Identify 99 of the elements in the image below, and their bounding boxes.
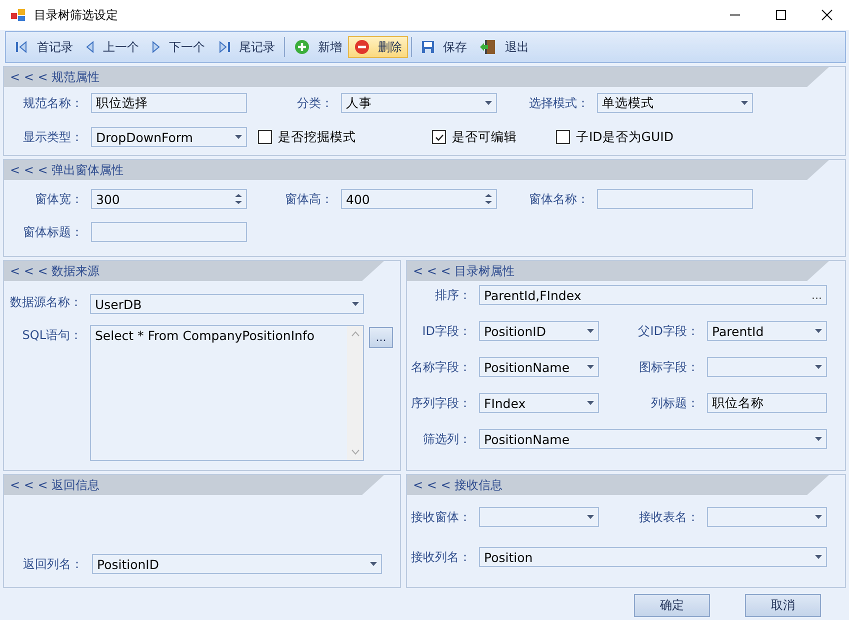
dropdown-arrow-icon xyxy=(815,329,822,333)
floppy-icon xyxy=(421,40,435,54)
dropdown-arrow-icon xyxy=(815,437,822,441)
skip-forward-icon xyxy=(217,40,231,54)
first-button[interactable]: 首记录 xyxy=(9,36,79,58)
combo-box[interactable]: PositionID xyxy=(479,321,599,341)
dropdown-arrow-icon xyxy=(815,365,822,369)
field-label: 窗体宽： xyxy=(34,190,83,208)
checkbox[interactable] xyxy=(258,130,272,144)
dropdown-arrow-icon xyxy=(235,135,242,139)
combo-box[interactable]: PositionID xyxy=(92,554,382,574)
section-header: < < < 规范属性 xyxy=(4,67,829,87)
section-header: < < < 接收信息 xyxy=(407,475,829,495)
section-header: < < < 弹出窗体属性 xyxy=(4,160,829,180)
scrollbar[interactable] xyxy=(347,326,363,460)
field-label: 序列字段： xyxy=(410,394,471,412)
prev-button[interactable]: 上一个 xyxy=(79,36,145,58)
spin-field[interactable]: 300 xyxy=(91,189,247,209)
field-label: 接收列名： xyxy=(410,548,471,566)
field-label: 显示类型： xyxy=(22,128,83,146)
triangle-right-icon xyxy=(151,40,161,54)
combo-box[interactable]: DropDownForm xyxy=(91,127,247,147)
door-exit-icon xyxy=(479,39,497,55)
field-label: 接收表名： xyxy=(638,508,699,526)
combo-box[interactable] xyxy=(479,507,599,527)
dropdown-arrow-icon xyxy=(370,562,377,566)
text-field[interactable] xyxy=(91,222,247,242)
delete-button[interactable]: 删除 xyxy=(348,36,408,58)
app-icon xyxy=(10,7,26,23)
scroll-up-icon[interactable] xyxy=(350,331,360,337)
field-label: 数据源名称： xyxy=(9,294,82,311)
dropdown-arrow-icon xyxy=(587,401,594,405)
section-header: < < < 目录树属性 xyxy=(407,261,829,281)
skip-back-icon xyxy=(15,40,29,54)
combo-box[interactable]: 单选模式 xyxy=(597,93,753,113)
minus-circle-icon xyxy=(354,39,370,55)
section-header: < < < 数据来源 xyxy=(4,261,384,281)
ok-button[interactable]: 确定 xyxy=(634,594,710,617)
combo-box[interactable]: FIndex xyxy=(479,393,599,413)
checkbox-label: 是否可编辑 xyxy=(452,128,517,146)
field-label: 接收窗体： xyxy=(410,508,471,526)
spin-arrows-icon xyxy=(485,193,492,205)
dropdown-arrow-icon xyxy=(587,515,594,519)
combo-box[interactable]: PositionName xyxy=(479,429,827,449)
combo-box[interactable]: ParentId xyxy=(707,321,827,341)
triangle-left-icon xyxy=(85,40,95,54)
field-label: 父ID字段： xyxy=(637,322,699,340)
field-label: 筛选列： xyxy=(422,430,471,448)
checkbox[interactable] xyxy=(432,130,446,144)
add-button[interactable]: 新增 xyxy=(288,36,348,58)
combo-box[interactable]: PositionName xyxy=(479,357,599,377)
field-label: 列标题： xyxy=(650,394,699,412)
text-field[interactable] xyxy=(597,189,753,209)
field-label: 规范名称： xyxy=(22,94,83,112)
combo-box[interactable]: 人事 xyxy=(341,93,497,113)
field-label: SQL语句： xyxy=(21,327,82,344)
dropdown-arrow-icon xyxy=(741,101,748,105)
next-button[interactable]: 下一个 xyxy=(145,36,211,58)
field-label: 选择模式： xyxy=(528,94,589,112)
dropdown-arrow-icon xyxy=(587,365,594,369)
save-button[interactable]: 保存 xyxy=(415,36,473,58)
text-field[interactable]: 职位名称 xyxy=(707,393,827,413)
field-label: 窗体标题： xyxy=(22,224,83,240)
exit-button[interactable]: 退出 xyxy=(473,36,535,58)
maximize-icon[interactable] xyxy=(775,9,787,21)
field-label: 分类： xyxy=(296,94,333,112)
field-label: 窗体名称： xyxy=(528,190,589,208)
dropdown-arrow-icon xyxy=(815,555,822,559)
section-header: < < < 返回信息 xyxy=(4,475,384,495)
field-label: ID字段： xyxy=(421,322,471,340)
combo-box[interactable] xyxy=(707,357,827,377)
close-icon[interactable] xyxy=(821,9,833,21)
plus-circle-icon xyxy=(294,39,310,55)
combo-box[interactable] xyxy=(707,507,827,527)
combo-box[interactable]: Position xyxy=(479,547,827,567)
memo-field[interactable]: Select * From CompanyPositionInfo xyxy=(90,325,364,461)
cancel-button[interactable]: 取消 xyxy=(745,594,821,617)
dropdown-arrow-icon xyxy=(485,101,492,105)
last-button[interactable]: 尾记录 xyxy=(211,36,281,58)
dropdown-arrow-icon xyxy=(587,329,594,333)
window-title: 目录树筛选设定 xyxy=(34,6,118,24)
text-field[interactable]: ParentId,FIndex ... xyxy=(479,285,827,305)
field-label: 窗体高： xyxy=(284,190,333,208)
field-label: 排序： xyxy=(434,286,471,304)
combo-box[interactable]: UserDB xyxy=(90,294,364,314)
dropdown-arrow-icon xyxy=(815,515,822,519)
field-label: 图标字段： xyxy=(638,358,699,376)
dropdown-arrow-icon xyxy=(352,302,359,306)
spin-arrows-icon xyxy=(235,193,242,205)
spin-field[interactable]: 400 xyxy=(341,189,497,209)
checkbox-label: 是否挖掘模式 xyxy=(278,128,356,146)
scroll-down-icon[interactable] xyxy=(350,449,360,455)
checkbox[interactable] xyxy=(556,130,570,144)
checkbox-label: 子ID是否为GUID xyxy=(576,128,674,146)
browse-button[interactable]: ... xyxy=(369,327,393,348)
text-field[interactable]: 职位选择 xyxy=(91,93,247,113)
ellipsis-button[interactable]: ... xyxy=(812,288,822,302)
field-label: 名称字段： xyxy=(410,358,471,376)
field-label: 返回列名： xyxy=(22,556,83,572)
